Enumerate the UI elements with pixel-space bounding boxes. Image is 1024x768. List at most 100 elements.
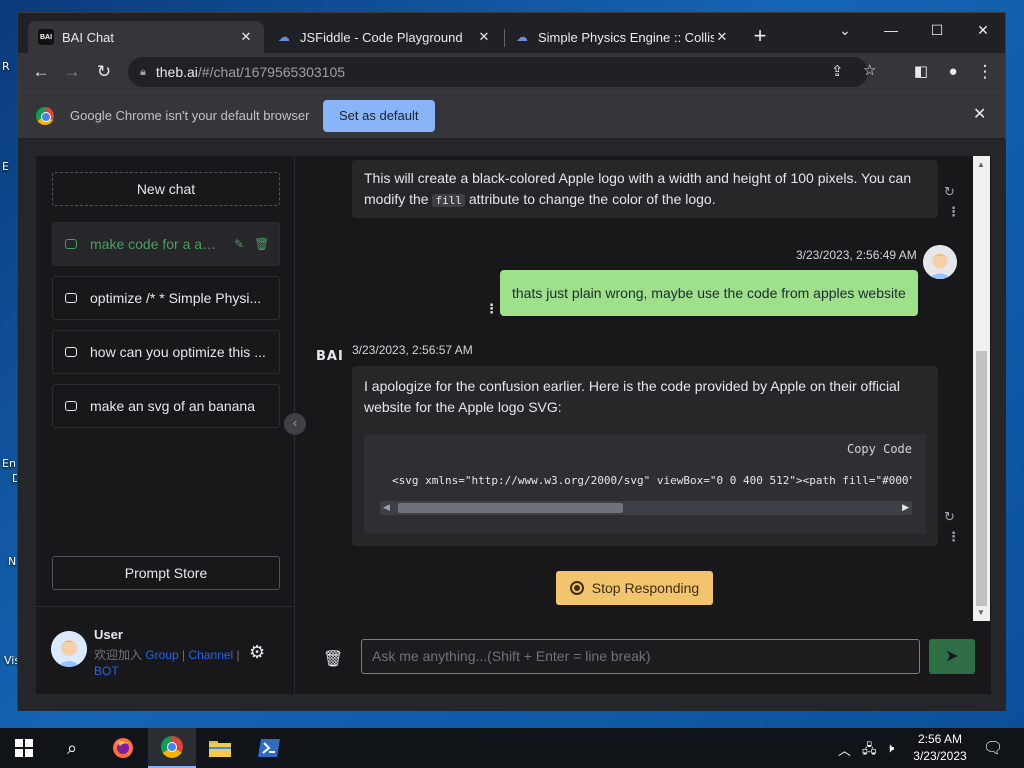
conversation-title: optimize /* * Simple Physi... [90, 290, 262, 306]
tab-title: Simple Physics Engine :: Collision [538, 29, 714, 45]
minimize-icon[interactable]: — [868, 17, 914, 43]
code-horizontal-scrollbar[interactable]: ◀ ▶ [380, 501, 912, 515]
message-menu-kebab-icon[interactable]: ⋮ [947, 204, 960, 220]
scrollbar-thumb[interactable] [398, 503, 623, 513]
page-content: New chat make code for a ap... ✎ 🗑︎ opti… [18, 140, 1006, 711]
close-tab-icon[interactable]: ✕ [476, 29, 492, 45]
prompt-store-button[interactable]: Prompt Store [52, 556, 280, 590]
scrollbar-thumb[interactable] [976, 351, 987, 606]
scroll-left-arrow-icon[interactable]: ◀ [383, 502, 390, 513]
tab-title: BAI Chat [62, 29, 115, 45]
file-explorer-icon[interactable] [196, 728, 244, 768]
clear-chat-trash-icon[interactable]: 🗑︎ [323, 649, 343, 669]
inline-code: fill [432, 194, 465, 207]
window-close-icon[interactable]: ✕ [960, 17, 1006, 43]
clock-date: 3/23/2023 [913, 749, 967, 763]
scroll-up-arrow-icon[interactable]: ▲ [977, 160, 985, 169]
share-icon[interactable]: ⇪ [831, 62, 844, 80]
scroll-right-arrow-icon[interactable]: ▶ [902, 502, 909, 513]
user-message-avatar [923, 245, 957, 279]
link-separator: | [178, 648, 189, 662]
network-icon[interactable]: 🖧︎ [862, 740, 877, 762]
back-arrow-icon[interactable]: ← [30, 61, 52, 83]
edit-pencil-icon[interactable]: ✎ [234, 237, 244, 251]
stop-responding-button[interactable]: Stop Responding [556, 571, 713, 605]
side-panel-icon[interactable]: ◧ [910, 61, 932, 83]
tab-bai-chat[interactable]: BAI BAI Chat ✕ [28, 21, 264, 53]
user-profile: User 欢迎加入 Group | Channel | BOT ⚙ [36, 606, 294, 694]
menu-kebab-icon[interactable]: ⋮ [974, 61, 996, 83]
message-text: attribute to change the color of the log… [464, 191, 716, 207]
tab-jsfiddle[interactable]: ☁ JSFiddle - Code Playground ✕ [266, 21, 502, 53]
send-paper-plane-icon[interactable]: ➤ [929, 639, 975, 674]
address-host: theb.ai [155, 64, 198, 80]
desktop-icon-label[interactable]: E [2, 160, 9, 173]
infobar-close-icon[interactable]: ✕ [973, 104, 986, 124]
tab-search-icon[interactable]: ⌄ [822, 17, 868, 43]
message-timestamp: 3/23/2023, 2:56:49 AM [796, 248, 917, 262]
regenerate-icon[interactable]: ↻ [944, 509, 955, 525]
group-link[interactable]: Group [145, 648, 178, 662]
bai-favicon-icon: BAI [38, 29, 54, 45]
reload-icon[interactable]: ↻ [93, 61, 115, 83]
volume-muted-icon[interactable]: 🕨︎ [886, 740, 894, 756]
chrome-taskbar-icon[interactable] [148, 728, 196, 768]
message-menu-kebab-icon[interactable]: ⋮ [485, 301, 498, 317]
regenerate-icon[interactable]: ↻ [944, 184, 955, 200]
cloud-favicon-icon: ☁ [278, 30, 290, 44]
user-subtitle: 欢迎加入 Group | Channel | BOT [94, 647, 244, 679]
firefox-icon[interactable] [99, 728, 147, 768]
forward-arrow-icon[interactable]: → [61, 61, 83, 83]
chat-bubble-icon [65, 239, 77, 249]
tab-physics-engine[interactable]: ☁ Simple Physics Engine :: Collision ✕ [504, 21, 740, 53]
cloud-favicon-icon: ☁ [516, 30, 528, 44]
windows-logo-icon [15, 739, 33, 757]
code-line: <svg xmlns="http://www.w3.org/2000/svg" … [392, 474, 912, 487]
address-bar[interactable]: 🔒︎ theb.ai/#/chat/1679565303105 ⇪ ☆ [128, 57, 876, 87]
browser-window: BAI BAI Chat ✕ ☁ JSFiddle - Code Playgro… [17, 12, 1006, 711]
close-tab-icon[interactable]: ✕ [238, 29, 254, 45]
clock-time: 2:56 AM [917, 732, 963, 746]
profile-icon[interactable]: ● [942, 61, 964, 83]
conversation-item[interactable]: optimize /* * Simple Physi... [52, 276, 280, 320]
user-avatar[interactable] [51, 631, 87, 667]
maximize-icon[interactable]: ☐ [914, 17, 960, 43]
search-icon[interactable]: ⌕ [48, 728, 96, 768]
channel-link[interactable]: Channel [189, 648, 234, 662]
powershell-icon[interactable] [245, 728, 293, 768]
desktop-icon-label[interactable]: N [8, 555, 16, 568]
conversation-title: make an svg of an banana [90, 398, 256, 414]
message-menu-kebab-icon[interactable]: ⋮ [947, 529, 960, 545]
chat-bubble-icon [65, 347, 77, 357]
tab-bar: BAI BAI Chat ✕ ☁ JSFiddle - Code Playgro… [18, 13, 1005, 53]
conversation-item-active[interactable]: make code for a ap... ✎ 🗑︎ [52, 222, 280, 266]
copy-code-button[interactable]: Copy Code [847, 442, 912, 456]
show-hidden-icons-chevron-icon[interactable]: ︿ [838, 740, 851, 759]
conversation-item[interactable]: how can you optimize this ... [52, 330, 280, 374]
start-button[interactable] [0, 728, 48, 768]
composer: 🗑︎ Ask me anything...(Shift + Enter = li… [296, 622, 991, 694]
close-tab-icon[interactable]: ✕ [714, 29, 730, 45]
link-separator: | [233, 648, 240, 662]
notifications-icon[interactable]: 🗨︎ [983, 738, 1003, 758]
desktop-icon-label[interactable]: En [2, 457, 16, 470]
scroll-down-arrow-icon[interactable]: ▼ [977, 608, 985, 617]
user-sub-prefix: 欢迎加入 [94, 648, 146, 662]
chrome-logo-icon [36, 107, 54, 125]
chat-vertical-scrollbar[interactable]: ▲ ▼ [973, 156, 990, 621]
taskbar-clock[interactable]: 2:56 AM 3/23/2023 [905, 731, 975, 765]
chat-input[interactable]: Ask me anything...(Shift + Enter = line … [361, 639, 920, 674]
new-chat-button[interactable]: New chat [52, 172, 280, 206]
bookmark-star-icon[interactable]: ☆ [863, 61, 876, 79]
conversation-item[interactable]: make an svg of an banana [52, 384, 280, 428]
delete-trash-icon[interactable]: 🗑︎ [254, 237, 269, 251]
new-tab-icon[interactable]: + [749, 25, 771, 47]
settings-gear-icon[interactable]: ⚙ [249, 642, 265, 663]
message-text: I apologize for the confusion earlier. H… [364, 378, 900, 415]
sidebar: New chat make code for a ap... ✎ 🗑︎ opti… [36, 156, 295, 694]
desktop-icon-label[interactable]: R [2, 60, 10, 73]
lock-icon[interactable]: 🔒︎ [140, 66, 146, 79]
bot-link[interactable]: BOT [94, 664, 119, 678]
chat-app: New chat make code for a ap... ✎ 🗑︎ opti… [36, 156, 991, 694]
set-default-button[interactable]: Set as default [323, 100, 435, 132]
